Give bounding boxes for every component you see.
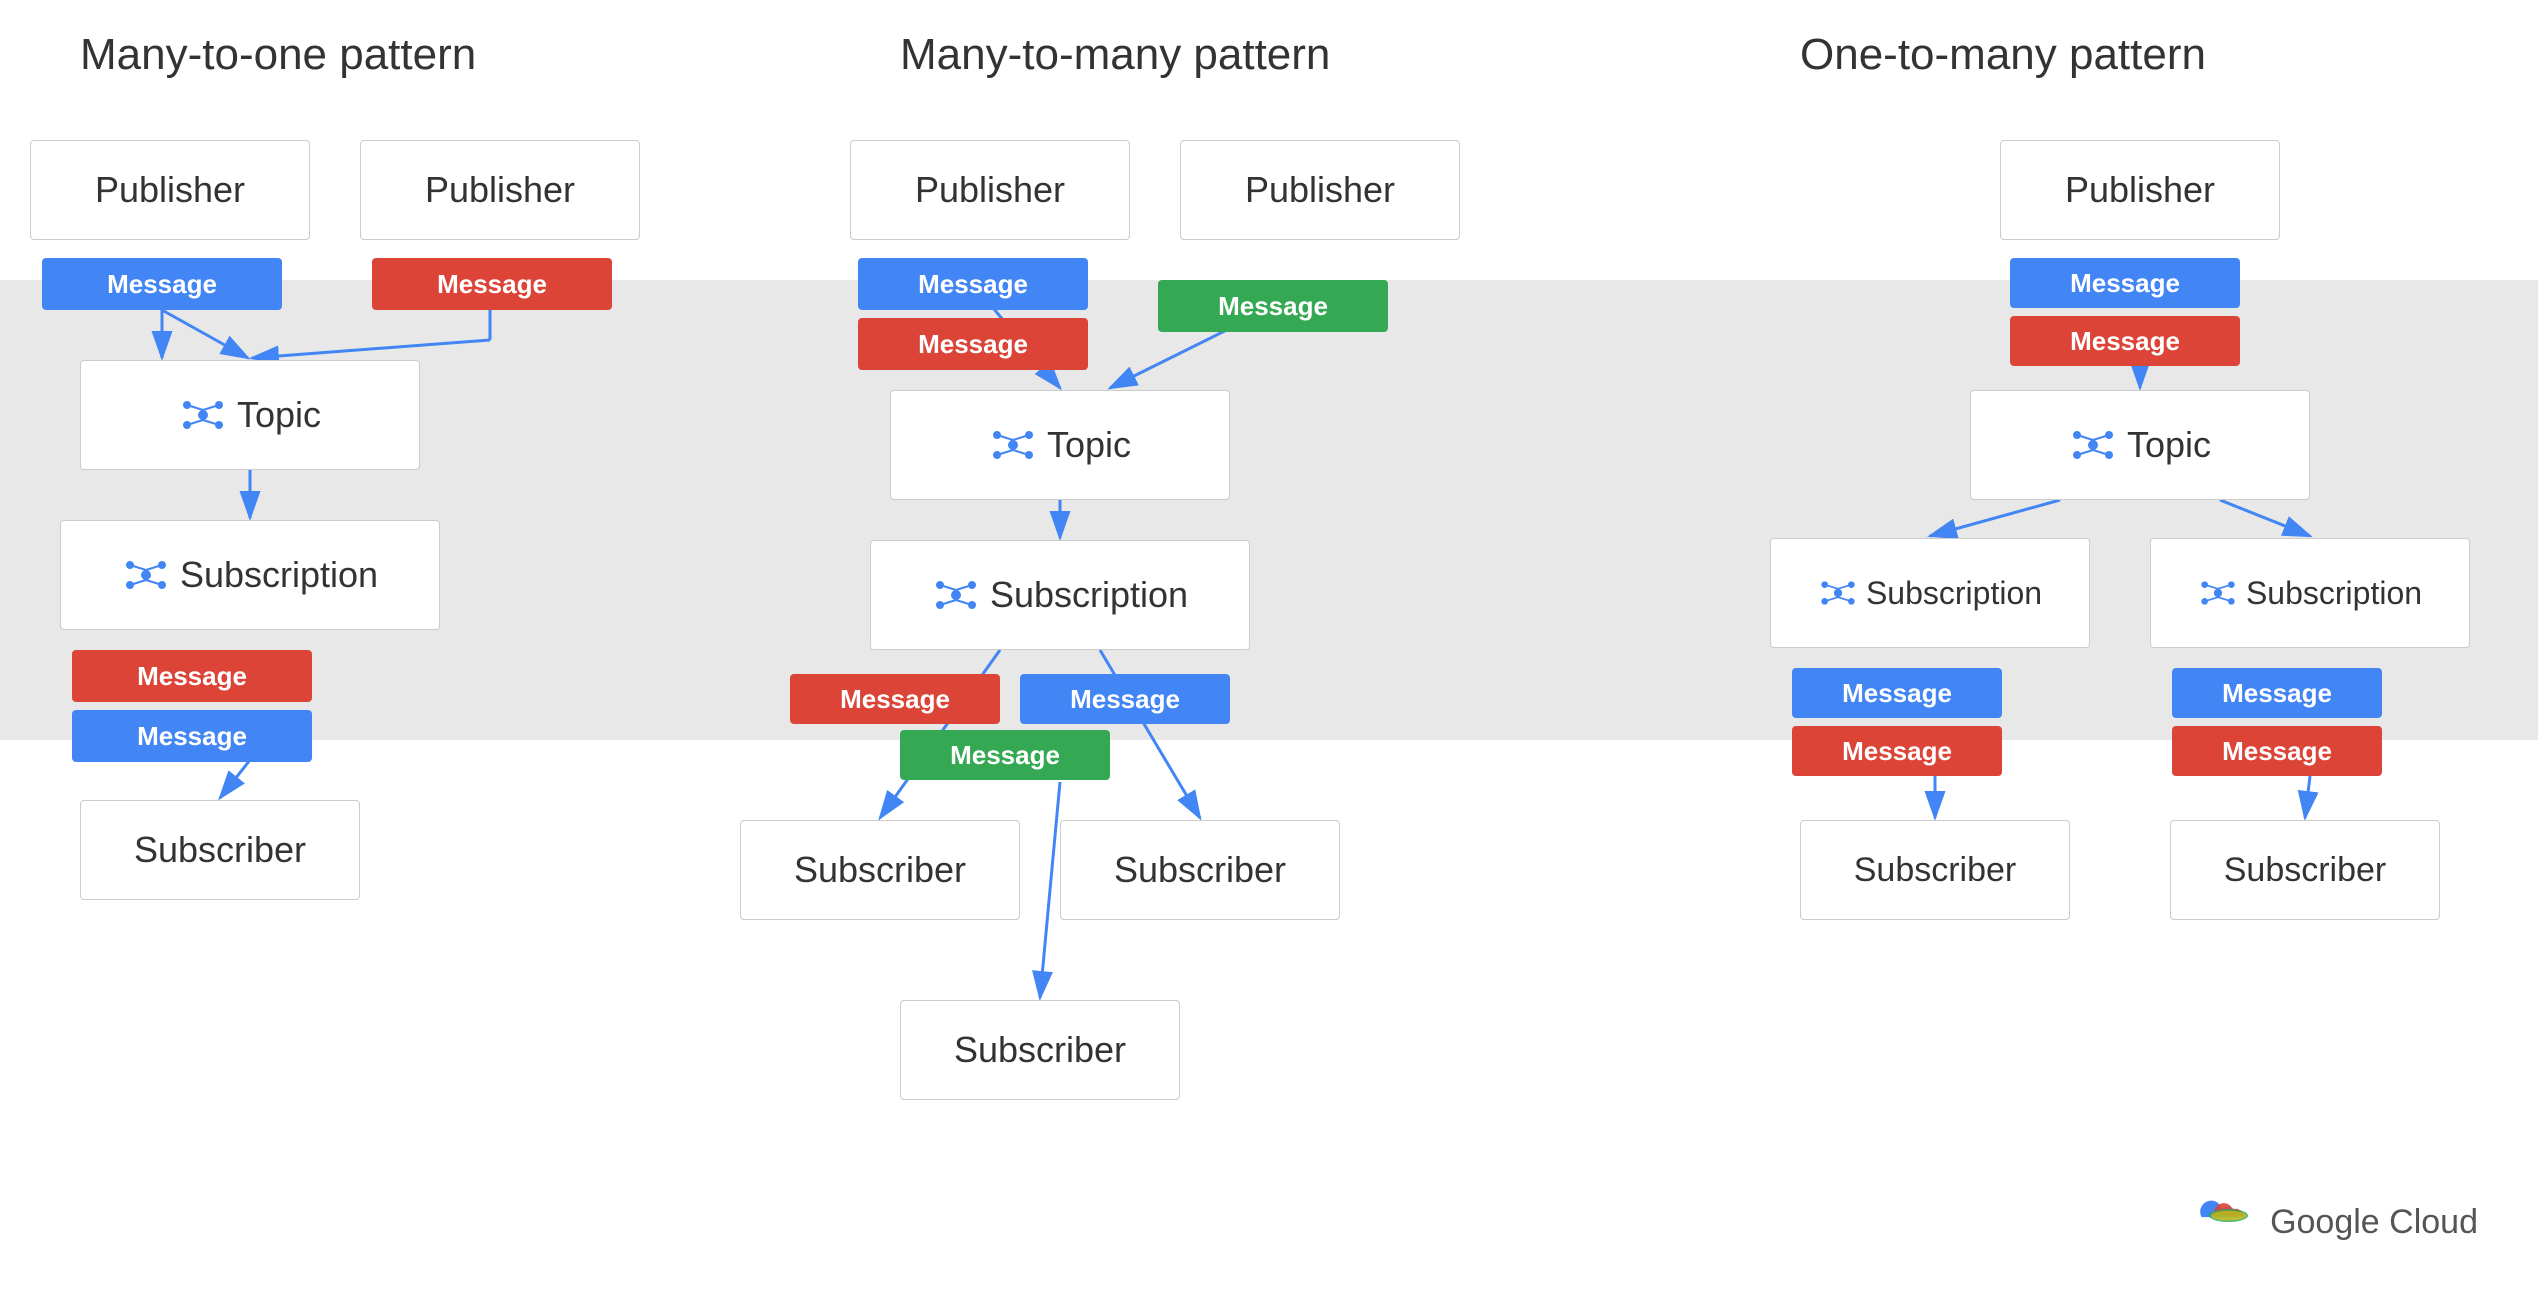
panel2-subscriber-center: Subscriber [900, 1000, 1180, 1100]
diagram: Many-to-one pattern Publisher Publisher … [0, 0, 2538, 1305]
panel3-left-msg-red: Message [1792, 726, 2002, 776]
panel1-out-msg-blue: Message [72, 710, 312, 762]
panel1-topic: Topic [80, 360, 420, 470]
pubsub-icon [179, 391, 227, 439]
panel2-subscriber-right: Subscriber [1060, 820, 1340, 920]
panel1-subscriber: Subscriber [80, 800, 360, 900]
panel2-publisher1: Publisher [850, 140, 1130, 240]
panel2-out-msg-red: Message [790, 674, 1000, 724]
panel3-right-msg-blue: Message [2172, 668, 2382, 718]
panel3-msg-red: Message [2010, 316, 2240, 366]
panel3-subscription-right: Subscription [2150, 538, 2470, 648]
panel2-title: Many-to-many pattern [900, 30, 1330, 80]
google-cloud-icon [2200, 1199, 2256, 1245]
pubsub-icon4 [932, 571, 980, 619]
panel3-title: One-to-many pattern [1800, 30, 2206, 80]
google-cloud-text: Google Cloud [2270, 1203, 2478, 1242]
pubsub-icon7 [2198, 573, 2238, 613]
panel3-subscriber-left: Subscriber [1800, 820, 2070, 920]
panel3-subscription-left: Subscription [1770, 538, 2090, 648]
panel2-out-msg-blue: Message [1020, 674, 1230, 724]
panel1-title: Many-to-one pattern [80, 30, 476, 80]
panel3-publisher: Publisher [2000, 140, 2280, 240]
panel3-msg-blue: Message [2010, 258, 2240, 308]
panel3-subscriber-right: Subscriber [2170, 820, 2440, 920]
panel2-msg-green: Message [1158, 280, 1388, 332]
pubsub-icon2 [122, 551, 170, 599]
panel2-msg-red: Message [858, 318, 1088, 370]
panel3-left-msg-blue: Message [1792, 668, 2002, 718]
panel1-msg-red: Message [372, 258, 612, 310]
panel2-subscription: Subscription [870, 540, 1250, 650]
google-cloud-logo: Google Cloud [2200, 1199, 2478, 1245]
panel1-publisher1: Publisher [30, 140, 310, 240]
panel3-topic: Topic [1970, 390, 2310, 500]
panel2-subscriber-left: Subscriber [740, 820, 1020, 920]
panel1-publisher2: Publisher [360, 140, 640, 240]
panel1-subscription: Subscription [60, 520, 440, 630]
panel2-out-msg-green: Message [900, 730, 1110, 780]
pubsub-icon5 [2069, 421, 2117, 469]
panel2-publisher2: Publisher [1180, 140, 1460, 240]
panel2-msg-blue: Message [858, 258, 1088, 310]
panel3-right-msg-red: Message [2172, 726, 2382, 776]
panel2-topic: Topic [890, 390, 1230, 500]
pubsub-icon6 [1818, 573, 1858, 613]
pubsub-icon3 [989, 421, 1037, 469]
panel1-out-msg-red: Message [72, 650, 312, 702]
panel1-msg-blue: Message [42, 258, 282, 310]
